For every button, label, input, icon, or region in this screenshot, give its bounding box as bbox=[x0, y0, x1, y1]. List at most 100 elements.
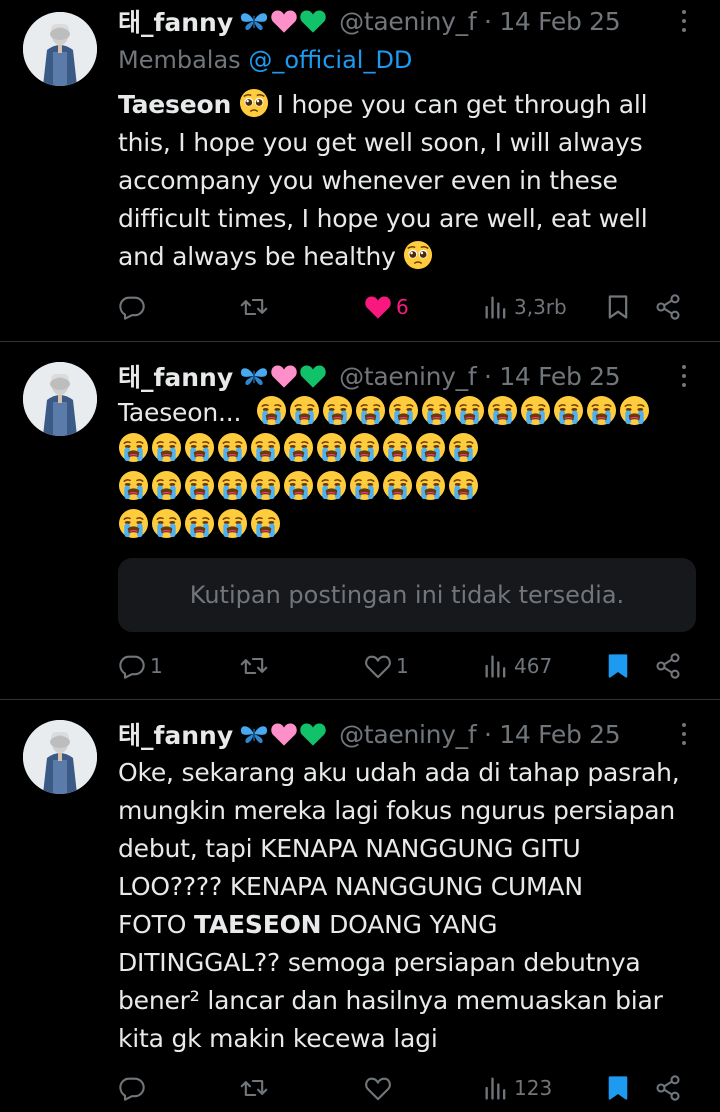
like-button[interactable]: 6 bbox=[364, 287, 409, 327]
name-emojis bbox=[239, 721, 327, 747]
crying-face-emoji bbox=[382, 470, 413, 501]
crying-face-emoji bbox=[184, 432, 215, 463]
like-button[interactable]: 1 bbox=[364, 646, 409, 686]
pink-heart-emoji bbox=[270, 8, 298, 34]
share-button[interactable] bbox=[654, 1068, 682, 1108]
tweet-text-lead: Taeseon... bbox=[118, 398, 242, 427]
crying-face-emoji bbox=[448, 470, 479, 501]
tweet-2[interactable]: 태_fanny @taeniny_f · 14 Feb 25 Taeseon..… bbox=[0, 342, 720, 700]
pink-heart-emoji bbox=[270, 721, 298, 747]
views-count: 123 bbox=[514, 1076, 553, 1100]
display-name[interactable]: 태_fanny bbox=[118, 358, 233, 394]
share-button[interactable] bbox=[654, 646, 682, 686]
bookmark-icon bbox=[604, 652, 632, 680]
reply-icon bbox=[118, 1074, 146, 1102]
crying-face-emoji bbox=[322, 395, 353, 426]
avatar[interactable] bbox=[23, 12, 97, 86]
tweet-text-line: LOO???? KENAPA NANGGUNG CUMAN bbox=[118, 872, 583, 901]
tweet-actions: 123 bbox=[118, 1068, 698, 1108]
views-button[interactable]: 3,3rb bbox=[482, 287, 567, 327]
retweet-icon bbox=[240, 652, 268, 680]
tweet-actions: 1 1 467 bbox=[118, 646, 698, 686]
green-heart-emoji bbox=[299, 363, 327, 389]
avatar[interactable] bbox=[23, 720, 97, 794]
crying-face-emoji bbox=[283, 432, 314, 463]
handle-and-date[interactable]: @taeniny_f · 14 Feb 25 bbox=[339, 362, 621, 391]
display-name[interactable]: 태_fanny bbox=[118, 716, 233, 752]
crying-face-emoji bbox=[118, 508, 149, 539]
tweet-3[interactable]: 태_fanny @taeniny_f · 14 Feb 25 Oke, seka… bbox=[0, 700, 720, 1112]
tweet-text-line: DITINGGAL?? semoga persiapan debutnya bbox=[118, 948, 641, 977]
bookmark-button[interactable] bbox=[604, 1068, 632, 1108]
tweet-text-line: FOTO TAESEON DOANG YANG bbox=[118, 906, 692, 944]
tweet-text-line: bener² lancar dan hasilnya memuaskan bia… bbox=[118, 986, 663, 1015]
crying-face-emoji bbox=[316, 470, 347, 501]
views-icon bbox=[482, 1074, 510, 1102]
retweet-button[interactable] bbox=[240, 1068, 272, 1108]
crying-face-emoji bbox=[283, 470, 314, 501]
views-count: 3,3rb bbox=[514, 295, 567, 319]
tweet-1[interactable]: 태_fanny @taeniny_f · 14 Feb 25 Membalas … bbox=[0, 0, 720, 342]
retweet-button[interactable] bbox=[240, 646, 272, 686]
views-count: 467 bbox=[514, 654, 553, 678]
display-name[interactable]: 태_fanny bbox=[118, 3, 233, 39]
tweet-text-part: DOANG YANG bbox=[321, 910, 498, 939]
handle-and-date[interactable]: @taeniny_f · 14 Feb 25 bbox=[339, 720, 621, 749]
more-icon[interactable] bbox=[674, 716, 694, 752]
reply-button[interactable]: 1 bbox=[118, 646, 163, 686]
tweet-text: Oke, sekarang aku udah ada di tahap pasr… bbox=[118, 754, 692, 1058]
share-icon bbox=[654, 652, 682, 680]
crying-face-emoji bbox=[250, 470, 281, 501]
crying-face-emoji bbox=[118, 432, 149, 463]
butterfly-emoji bbox=[239, 10, 269, 32]
bookmark-button[interactable] bbox=[604, 287, 632, 327]
heart-icon bbox=[364, 652, 392, 680]
tweet-text-bold: TAESEON bbox=[193, 910, 322, 939]
crying-face-emoji bbox=[454, 395, 485, 426]
crying-face-emoji bbox=[448, 432, 479, 463]
crying-face-emoji bbox=[250, 432, 281, 463]
retweet-button[interactable] bbox=[240, 287, 272, 327]
reply-button[interactable] bbox=[118, 1068, 150, 1108]
unavailable-quote-card[interactable]: Kutipan postingan ini tidak tersedia. bbox=[118, 558, 696, 632]
crying-emoji-row bbox=[118, 470, 479, 506]
crying-face-emoji bbox=[217, 432, 248, 463]
crying-face-emoji bbox=[388, 395, 419, 426]
crying-face-emoji bbox=[619, 395, 650, 426]
pleading-face-emoji bbox=[403, 240, 433, 270]
like-button[interactable] bbox=[364, 1068, 396, 1108]
crying-face-emoji bbox=[415, 432, 446, 463]
views-button[interactable]: 123 bbox=[482, 1068, 552, 1108]
reply-button[interactable] bbox=[118, 287, 150, 327]
crying-face-emoji bbox=[217, 508, 248, 539]
like-count: 1 bbox=[396, 654, 409, 678]
tweet-text-part: FOTO bbox=[118, 910, 194, 939]
views-button[interactable]: 467 bbox=[482, 646, 552, 686]
name-emojis bbox=[239, 363, 327, 389]
heart-icon bbox=[364, 293, 392, 321]
tweet-text: Taeseon I hope you can get through all t… bbox=[118, 86, 692, 276]
crying-face-emoji bbox=[487, 395, 518, 426]
bookmark-icon bbox=[604, 1074, 632, 1102]
avatar[interactable] bbox=[23, 362, 97, 436]
crying-face-emoji bbox=[151, 470, 182, 501]
share-button[interactable] bbox=[654, 287, 682, 327]
like-count: 6 bbox=[396, 295, 409, 319]
bookmark-button[interactable] bbox=[604, 646, 632, 686]
tweet-text-line: Oke, sekarang aku udah ada di tahap pasr… bbox=[118, 758, 680, 787]
views-icon bbox=[482, 293, 510, 321]
handle-and-date[interactable]: @taeniny_f · 14 Feb 25 bbox=[339, 7, 621, 36]
crying-face-emoji bbox=[586, 395, 617, 426]
retweet-icon bbox=[240, 293, 268, 321]
crying-face-emoji bbox=[316, 432, 347, 463]
crying-emoji-row bbox=[118, 508, 281, 544]
replying-to-link[interactable]: @_official_DD bbox=[248, 46, 412, 74]
crying-emoji-row bbox=[256, 395, 650, 431]
more-icon[interactable] bbox=[674, 3, 694, 39]
tweet-text-line: kita gk makin kecewa lagi bbox=[118, 1024, 438, 1053]
more-icon[interactable] bbox=[674, 358, 694, 394]
share-icon bbox=[654, 293, 682, 321]
crying-face-emoji bbox=[520, 395, 551, 426]
quote-unavailable-text: Kutipan postingan ini tidak tersedia. bbox=[189, 581, 625, 609]
crying-face-emoji bbox=[250, 508, 281, 539]
